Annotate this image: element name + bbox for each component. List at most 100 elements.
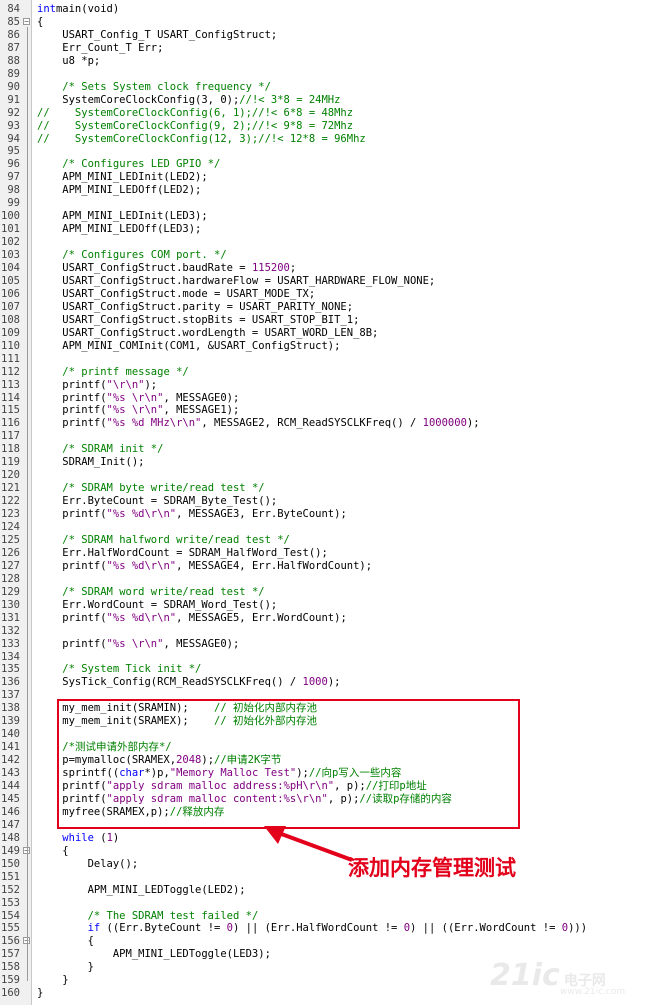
line-number: 160 <box>1 987 20 1000</box>
fold-toggle-icon[interactable]: − <box>23 17 30 25</box>
code-line[interactable]: 114 printf("%s \r\n", MESSAGE0); <box>0 392 652 405</box>
code-line[interactable]: 92 // SystemCoreClockConfig(6, 1);//!< 6*… <box>0 107 652 120</box>
code-line[interactable]: 85−{ <box>0 16 652 29</box>
code-line[interactable]: 101 APM_MINI_LEDOff(LED3); <box>0 223 652 236</box>
code-line[interactable]: 105 USART_ConfigStruct.hardwareFlow = US… <box>0 275 652 288</box>
code-token: APM_MINI_LEDInit(LED3); <box>37 210 208 223</box>
code-text: /* System Tick init */ <box>37 663 201 676</box>
code-line[interactable]: 131 printf("%s %d\r\n", MESSAGE5, Err.Wo… <box>0 612 652 625</box>
code-line[interactable]: 128 <box>0 573 652 586</box>
code-line[interactable]: 125 /* SDRAM halfword write/read test */ <box>0 534 652 547</box>
code-text: printf("%s \r\n", MESSAGE0); <box>37 638 239 651</box>
code-line[interactable]: 135 /* System Tick init */ <box>0 663 652 676</box>
code-token: APM_MINI_LEDToggle(LED3); <box>37 948 271 961</box>
code-token: APM_MINI_LEDOff(LED2); <box>37 184 202 197</box>
watermark-main: 21ic <box>490 958 560 993</box>
code-text: printf("%s %d MHz\r\n", MESSAGE2, RCM_Re… <box>37 417 479 430</box>
code-text: printf("%s \r\n", MESSAGE0); <box>37 392 239 405</box>
code-text: } <box>37 987 43 1000</box>
line-number: 151 <box>1 870 20 883</box>
code-line[interactable]: 123 printf("%s %d\r\n", MESSAGE3, Err.By… <box>0 508 652 521</box>
code-line[interactable]: 93 // SystemCoreClockConfig(9, 2);//!< 9*… <box>0 120 652 133</box>
code-line[interactable]: 87 Err_Count_T Err; <box>0 42 652 55</box>
line-number: 136 <box>1 676 20 689</box>
code-token: APM_MINI_COMInit(COM1, &USART_ConfigStru… <box>37 339 341 352</box>
code-text: intmain(void) <box>37 3 119 16</box>
code-line[interactable]: 118 /* SDRAM init */ <box>0 443 652 456</box>
code-line[interactable]: 126 Err.HalfWordCount = SDRAM_HalfWord_T… <box>0 547 652 560</box>
code-line[interactable]: 110 APM_MINI_COMInit(COM1, &USART_Config… <box>0 340 652 353</box>
code-line[interactable]: 84 intmain(void) <box>0 3 652 16</box>
code-token: "%s %d MHz\r\n" <box>106 417 202 430</box>
code-line[interactable]: 108 USART_ConfigStruct.stopBits = USART_… <box>0 314 652 327</box>
code-line[interactable]: 90 /* Sets System clock frequency */ <box>0 81 652 94</box>
code-line[interactable]: 116 printf("%s %d MHz\r\n", MESSAGE2, RC… <box>0 417 652 430</box>
code-line[interactable]: 129 /* SDRAM word write/read test */ <box>0 586 652 599</box>
code-editor[interactable]: 84 intmain(void) 85−{86 USART_Config_T USA… <box>0 0 652 1005</box>
code-token: 1000000 <box>422 417 467 430</box>
code-line[interactable]: 132 <box>0 625 652 638</box>
code-line[interactable]: 103 /* Configures COM port. */ <box>0 249 652 262</box>
line-number: 144 <box>1 780 20 792</box>
code-line[interactable]: 98 APM_MINI_LEDOff(LED2); <box>0 184 652 197</box>
code-line[interactable]: 127 printf("%s %d\r\n", MESSAGE4, Err.Ha… <box>0 560 652 573</box>
code-line[interactable]: 104 USART_ConfigStruct.baudRate = 115200… <box>0 262 652 275</box>
code-line[interactable]: 134 <box>0 651 652 664</box>
code-line[interactable]: 91 SystemCoreClockConfig(3, 0);//!< 3*8 … <box>0 94 652 107</box>
code-token: USART_ConfigStruct.wordLength = USART_WO… <box>37 326 379 339</box>
line-number: 109 <box>1 326 20 339</box>
code-text: USART_ConfigStruct.wordLength = USART_WO… <box>37 327 378 340</box>
code-line[interactable]: 152 APM_MINI_LEDToggle(LED2); <box>0 884 652 897</box>
code-line[interactable]: 115 printf("%s \r\n", MESSAGE1); <box>0 404 652 417</box>
code-token: , MESSAGE0); <box>163 391 240 404</box>
code-token: Err.ByteCount = SDRAM_Byte_Test(); <box>37 495 278 508</box>
code-line[interactable]: 120 <box>0 469 652 482</box>
code-line[interactable]: 122 Err.ByteCount = SDRAM_Byte_Test(); <box>0 495 652 508</box>
code-line[interactable]: 151 <box>0 871 652 884</box>
code-line[interactable]: 119 SDRAM_Init(); <box>0 456 652 469</box>
code-line[interactable]: 124 <box>0 521 652 534</box>
code-line[interactable]: 133 printf("%s \r\n", MESSAGE0); <box>0 638 652 651</box>
code-line[interactable]: 136 SysTick_Config(RCM_ReadSYSCLKFreq() … <box>0 676 652 689</box>
code-line[interactable]: 99 <box>0 197 652 210</box>
code-line[interactable]: 109 USART_ConfigStruct.wordLength = USAR… <box>0 327 652 340</box>
code-line[interactable]: 121 /* SDRAM byte write/read test */ <box>0 482 652 495</box>
code-line[interactable]: 89 <box>0 68 652 81</box>
code-token: /* Configures COM port. */ <box>62 249 227 262</box>
code-text: { <box>37 16 43 29</box>
line-number: 154 <box>1 909 20 922</box>
code-line[interactable]: 86 USART_Config_T USART_ConfigStruct; <box>0 29 652 42</box>
code-line[interactable]: 111 <box>0 353 652 366</box>
line-number: 142 <box>1 754 20 767</box>
code-line[interactable]: 117 <box>0 430 652 443</box>
code-line[interactable]: 153 <box>0 897 652 910</box>
code-line[interactable]: 155 if ((Err.ByteCount != 0) || (Err.Hal… <box>0 922 652 935</box>
code-line[interactable]: 106 USART_ConfigStruct.mode = USART_MODE… <box>0 288 652 301</box>
code-token: printf( <box>37 559 107 572</box>
code-token: 1000 <box>302 676 328 689</box>
code-line[interactable]: 95 <box>0 145 652 158</box>
code-line[interactable]: 88 u8 *p; <box>0 55 652 68</box>
code-token: printf( <box>37 637 107 650</box>
line-number: 90 <box>7 80 20 93</box>
line-number: 120 <box>1 469 20 482</box>
code-line[interactable]: 97 APM_MINI_LEDInit(LED2); <box>0 171 652 184</box>
line-number: 91 <box>7 93 20 106</box>
line-number: 121 <box>1 482 20 495</box>
code-line[interactable]: 107 USART_ConfigStruct.parity = USART_PA… <box>0 301 652 314</box>
code-line[interactable]: 156− { <box>0 935 652 948</box>
code-text: USART_ConfigStruct.mode = USART_MODE_TX; <box>37 288 315 301</box>
code-line[interactable]: 96 /* Configures LED GPIO */ <box>0 158 652 171</box>
code-line[interactable]: 100 APM_MINI_LEDInit(LED3); <box>0 210 652 223</box>
code-token: "%s %d\r\n" <box>106 611 177 624</box>
line-number: 155 <box>1 922 20 935</box>
code-line[interactable]: 154 /* The SDRAM test failed */ <box>0 910 652 923</box>
code-text: Err.ByteCount = SDRAM_Byte_Test(); <box>37 495 277 508</box>
code-line[interactable]: 94 // SystemCoreClockConfig(12, 3);//!< 1… <box>0 133 652 146</box>
line-number: 98 <box>7 184 20 197</box>
code-line[interactable]: 130 Err.WordCount = SDRAM_Word_Test(); <box>0 599 652 612</box>
code-line[interactable]: 102 <box>0 236 652 249</box>
code-line[interactable]: 113 printf("\r\n"); <box>0 379 652 392</box>
code-line[interactable]: 112 /* printf message */ <box>0 366 652 379</box>
